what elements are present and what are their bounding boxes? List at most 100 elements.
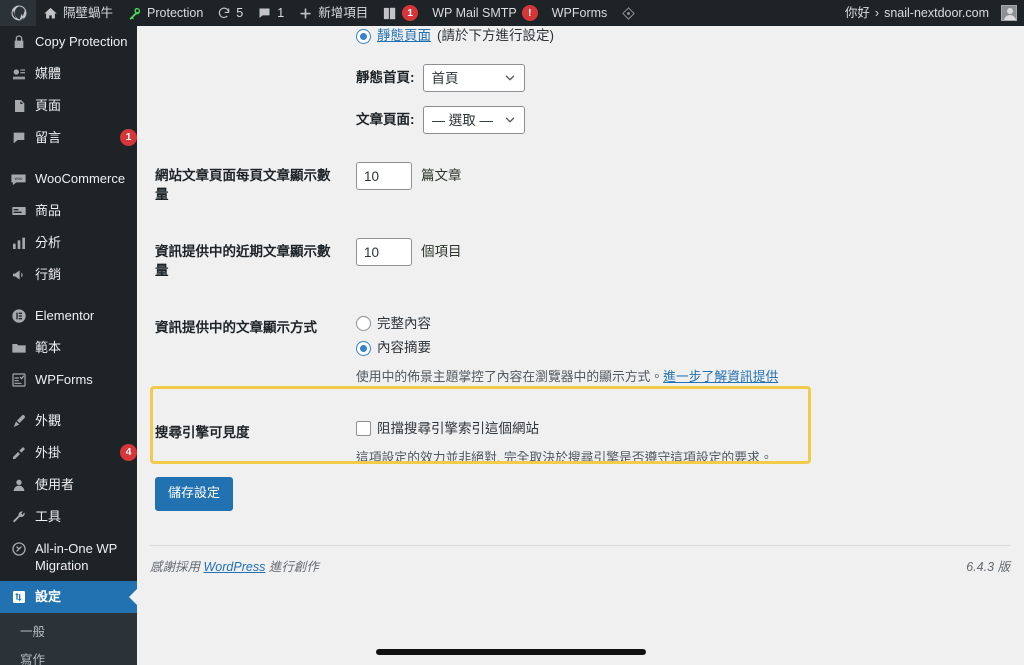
avatar [1001, 5, 1017, 21]
posts-page-row: 文章頁面: — 選取 — [356, 106, 960, 135]
sidebar-item-elementor[interactable]: Elementor [0, 300, 137, 332]
sidebar-item-elementor-label: Elementor [35, 308, 95, 323]
admin-footer: 感謝採用 WordPress 進行創作 6.4.3 版 [150, 545, 1010, 575]
footer-credit: 感謝採用 WordPress 進行創作 [150, 556, 319, 575]
users-icon [9, 476, 28, 494]
marketing-icon [9, 266, 28, 284]
adminbar-username: snail-nextdoor.com [884, 6, 989, 20]
posts-per-rss-row: 資訊提供中的近期文章顯示數量 個項目 [150, 224, 970, 300]
sidebar-item-plugins-label: 外掛 [35, 445, 62, 460]
migration-icon [9, 540, 28, 558]
settings-submenu: 一般 寫作 閱讀 討論 [0, 613, 137, 665]
svg-text:woo: woo [15, 176, 23, 181]
static-homepage-select-wrapper[interactable]: 首頁 [422, 64, 525, 93]
posts-page-select-wrapper[interactable]: — 選取 — [422, 106, 525, 135]
sidebar-item-pages[interactable]: 頁面 [0, 90, 137, 122]
admin-bar: 隔壁蝸牛 Protection 5 1 新增項目 1 WP Mail SMTP … [0, 0, 1024, 26]
search-visibility-row: 搜尋引擎可見度 阻擋搜尋引擎索引這個網站 這項設定的效力並非絕對, 完全取決於搜… [150, 401, 970, 481]
tools-icon [9, 508, 28, 526]
footer-wordpress-link[interactable]: WordPress [204, 560, 266, 574]
home-icon [43, 6, 58, 21]
posts-per-page-label: 網站文章頁面每頁文章顯示數量 [155, 168, 331, 203]
plugins-icon [9, 444, 28, 462]
rss-excerpt-learn-more-link[interactable]: 進一步了解資訊提供 [663, 369, 778, 384]
sidebar-item-comments[interactable]: 留言 1 [0, 122, 137, 154]
diamond-icon [621, 6, 636, 21]
search-visibility-checkbox-row[interactable]: 阻擋搜尋引擎索引這個網站 [356, 419, 960, 439]
adminbar-protection-label: Protection [147, 6, 204, 20]
sidebar-item-all-in-one-wp-migration-label: All-in-One WP Migration [35, 541, 118, 573]
sidebar-item-products[interactable]: 商品 [0, 195, 137, 227]
sidebar-item-templates[interactable]: 範本 [0, 332, 137, 364]
front-page-static-radio[interactable] [356, 28, 371, 44]
sidebar-item-plugins-badge: 4 [120, 444, 137, 461]
comments-icon [9, 129, 28, 147]
horizontal-scrollbar[interactable] [376, 649, 646, 655]
rss-full-text-option[interactable]: 完整內容 [356, 314, 960, 334]
woocommerce-icon: woo [9, 170, 28, 188]
sidebar-item-tools-label: 工具 [35, 509, 62, 524]
rss-excerpt-description: 使用中的佈景主題掌控了內容在瀏覽器中的顯示方式。進一步了解資訊提供 [356, 367, 960, 386]
adminbar-extra-plugin[interactable] [614, 0, 643, 26]
submenu-item-general[interactable]: 一般 [0, 618, 137, 646]
sidebar-item-settings[interactable]: 設定 [0, 581, 137, 613]
posts-page-select[interactable]: — 選取 — [422, 106, 525, 135]
adminbar-site-name[interactable]: 隔壁蝸牛 [36, 0, 120, 26]
adminbar-wpforms[interactable]: WPForms [545, 0, 615, 26]
sidebar-item-marketing[interactable]: 行銷 [0, 259, 137, 291]
search-visibility-checkbox[interactable] [356, 421, 371, 437]
sidebar-item-media[interactable]: 媒體 [0, 58, 137, 90]
sidebar-item-users-label: 使用者 [35, 477, 75, 492]
adminbar-account[interactable]: 你好 › snail-nextdoor.com [838, 0, 1024, 26]
adminbar-updates[interactable]: 5 [210, 0, 250, 26]
sidebar-item-users[interactable]: 使用者 [0, 469, 137, 501]
adminbar-wordpress-logo[interactable] [0, 0, 36, 26]
posts-per-page-input[interactable] [356, 162, 412, 191]
adminbar-comments[interactable]: 1 [250, 0, 291, 26]
sidebar-item-woocommerce[interactable]: woo WooCommerce [0, 163, 137, 195]
sidebar-item-wpforms-label: WPForms [35, 372, 93, 387]
wordpress-logo-icon [10, 4, 28, 22]
posts-per-page-row: 網站文章頁面每頁文章顯示數量 篇文章 [150, 148, 970, 224]
posts-page-label: 文章頁面: [356, 112, 415, 128]
rss-excerpt-option[interactable]: 內容摘要 [356, 338, 960, 358]
footer-thanks-prefix: 感謝採用 [150, 560, 201, 574]
adminbar-wp-mail-smtp[interactable]: WP Mail SMTP ! [425, 0, 545, 26]
sidebar-separator [0, 396, 137, 405]
front-page-display-label [150, 26, 346, 148]
sidebar-item-tools[interactable]: 工具 [0, 501, 137, 533]
front-page-display-row: 靜態頁面 (請於下方進行設定) 靜態首頁: 首頁 文章頁面: — 選取 — [150, 26, 970, 148]
adminbar-new-content[interactable]: 新增項目 [291, 0, 375, 26]
templates-icon [9, 339, 28, 357]
main-content-area: 靜態頁面 (請於下方進行設定) 靜態首頁: 首頁 文章頁面: — 選取 — 網站… [137, 26, 1024, 665]
adminbar-wp-mail-smtp-badge: ! [521, 5, 538, 21]
yoast-seo-icon [382, 6, 397, 21]
sidebar-item-all-in-one-wp-migration[interactable]: All-in-One WP Migration [0, 533, 137, 581]
sidebar-item-analytics-label: 分析 [35, 235, 62, 250]
sidebar-item-appearance[interactable]: 外觀 [0, 405, 137, 437]
front-page-static-link[interactable]: 靜態頁面 [377, 26, 431, 46]
rss-full-text-radio[interactable] [356, 316, 371, 332]
rss-excerpt-radio[interactable] [356, 340, 371, 356]
rss-excerpt-option-label: 內容摘要 [377, 340, 431, 356]
sidebar-item-wpforms[interactable]: WPForms [0, 364, 137, 396]
save-settings-button[interactable]: 儲存設定 [155, 477, 234, 511]
sidebar-item-comments-badge: 1 [120, 129, 137, 146]
sidebar-item-analytics[interactable]: 分析 [0, 227, 137, 259]
front-page-static-option[interactable]: 靜態頁面 (請於下方進行設定) [356, 26, 960, 46]
sidebar-separator [0, 291, 137, 300]
front-page-display-options: 靜態頁面 (請於下方進行設定) 靜態首頁: 首頁 文章頁面: — 選取 — [346, 26, 970, 148]
pages-icon [9, 97, 28, 115]
posts-per-rss-input[interactable] [356, 238, 412, 267]
adminbar-protection[interactable]: Protection [120, 0, 210, 26]
adminbar-yoast-seo[interactable]: 1 [375, 0, 425, 26]
sidebar-separator [0, 154, 137, 163]
static-homepage-row: 靜態首頁: 首頁 [356, 64, 960, 93]
submenu-item-writing[interactable]: 寫作 [0, 646, 137, 665]
submit-button-wrapper: 儲存設定 [155, 477, 234, 511]
sidebar-item-copy-protection[interactable]: Copy Protection [0, 26, 137, 58]
static-homepage-select[interactable]: 首頁 [422, 64, 525, 93]
sidebar-item-plugins[interactable]: 外掛 4 [0, 437, 137, 469]
adminbar-my-account[interactable]: 你好 › snail-nextdoor.com [838, 0, 1024, 26]
sidebar-item-pages-label: 頁面 [35, 98, 62, 113]
